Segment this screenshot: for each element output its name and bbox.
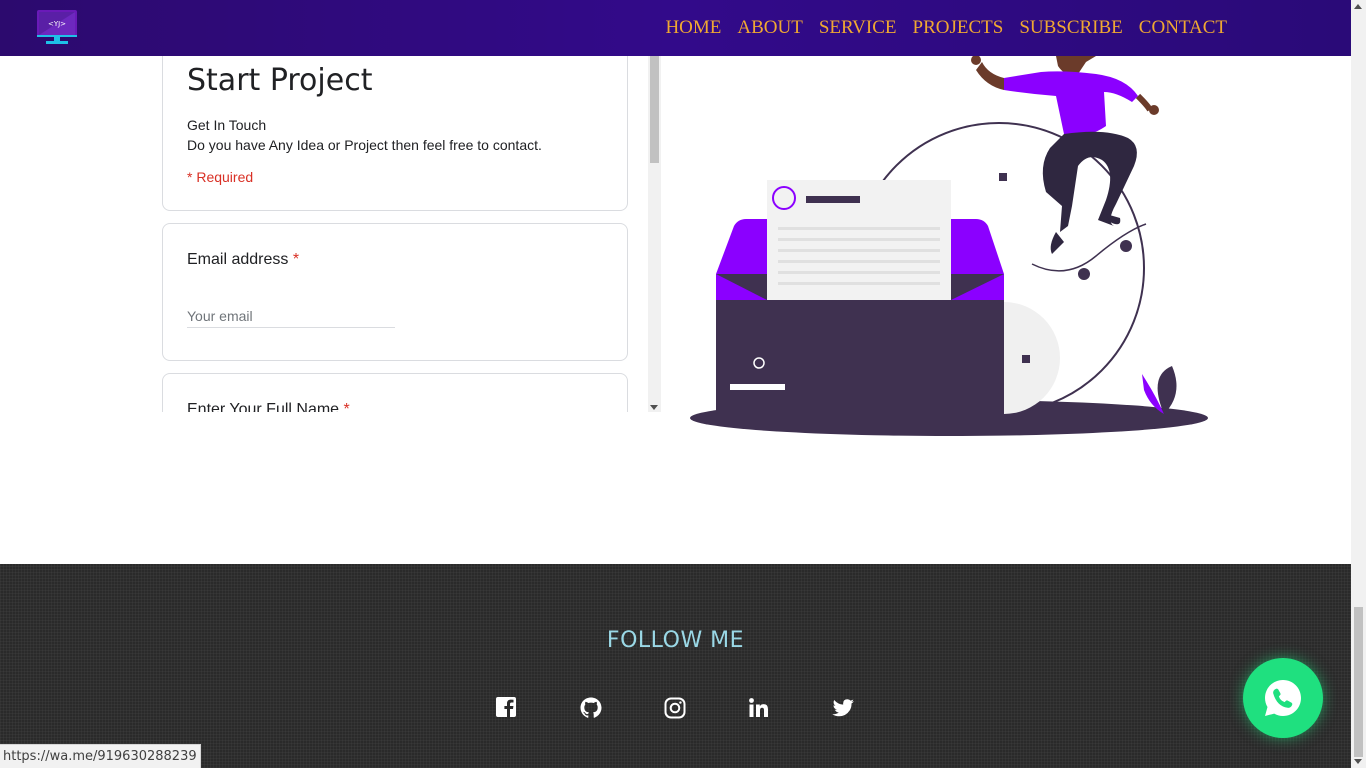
form-scroll-down-arrow[interactable]	[650, 405, 658, 410]
name-label: Enter Your Full Name *	[187, 401, 350, 412]
twitter-icon[interactable]	[831, 696, 855, 720]
logo-icon[interactable]: <YJ>	[36, 9, 78, 45]
email-label-text: Email address	[187, 251, 289, 268]
nav-service[interactable]: SERVICE	[819, 17, 897, 39]
status-bar-url: https://wa.me/919630288239	[0, 744, 201, 768]
scroll-down-arrow[interactable]	[1354, 759, 1362, 764]
form-title: Start Project	[187, 63, 373, 98]
required-star: *	[292, 251, 300, 268]
name-question-card: Enter Your Full Name *	[162, 373, 628, 412]
instagram-icon[interactable]	[663, 696, 687, 720]
whatsapp-button[interactable]	[1243, 658, 1323, 738]
footer: FOLLOW ME	[0, 564, 1351, 768]
nav-links: HOME ABOUT SERVICE PROJECTS SUBSCRIBE CO…	[649, 0, 1227, 56]
email-label: Email address *	[187, 251, 299, 269]
nav-contact[interactable]: CONTACT	[1139, 17, 1227, 39]
page-scrollbar-thumb[interactable]	[1354, 607, 1363, 757]
whatsapp-phone-icon	[1265, 680, 1301, 716]
nav-about[interactable]: ABOUT	[737, 17, 802, 39]
page-scrollbar[interactable]	[1351, 0, 1366, 768]
nav-projects[interactable]: PROJECTS	[913, 17, 1004, 39]
contact-illustration	[686, 55, 1216, 440]
form-description: Do you have Any Idea or Project then fee…	[187, 137, 542, 153]
required-star: *	[343, 401, 350, 412]
logo-text: <YJ>	[48, 20, 66, 28]
follow-me-heading: FOLLOW ME	[606, 628, 745, 653]
envelope-person-illustration	[690, 55, 1208, 436]
contact-form-frame: Start Project Get In Touch Do you have A…	[150, 56, 661, 412]
form-scrollbar-thumb[interactable]	[650, 56, 659, 163]
email-question-card: Email address *	[162, 223, 628, 361]
facebook-icon[interactable]	[495, 696, 519, 720]
github-icon[interactable]	[579, 696, 603, 720]
navbar: <YJ> HOME ABOUT SERVICE PROJECTS SUBSCRI…	[0, 0, 1351, 56]
scroll-up-arrow[interactable]	[1354, 4, 1362, 9]
form-scrollbar[interactable]	[648, 56, 661, 412]
required-note: * Required	[187, 169, 254, 185]
nav-subscribe[interactable]: SUBSCRIBE	[1019, 17, 1122, 39]
email-field[interactable]	[187, 304, 395, 328]
linkedin-icon[interactable]	[747, 696, 771, 720]
name-label-text: Enter Your Full Name	[187, 401, 340, 412]
form-subtitle: Get In Touch	[187, 117, 267, 133]
form-header-card: Start Project Get In Touch Do you have A…	[162, 56, 628, 211]
nav-home[interactable]: HOME	[665, 17, 721, 39]
